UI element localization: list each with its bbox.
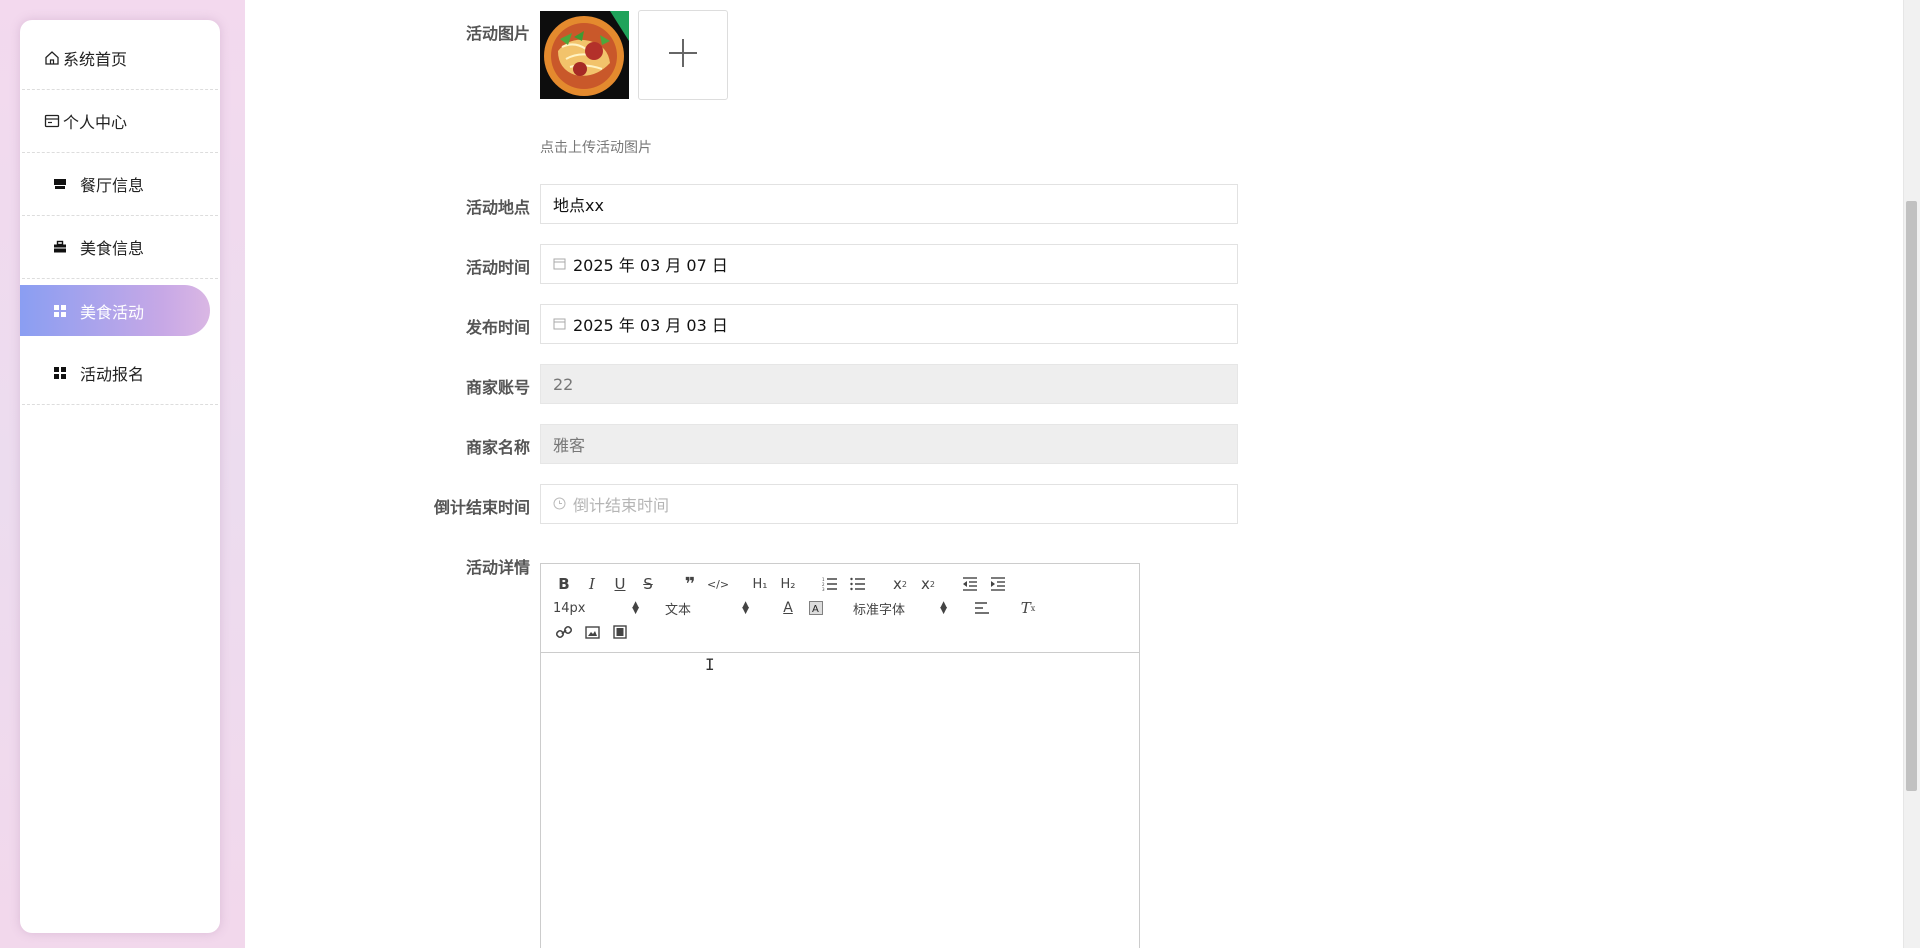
image-upload-button[interactable] [638, 10, 728, 100]
font-size-value: 14px [553, 600, 586, 616]
header1-button[interactable]: H₁ [749, 573, 771, 595]
location-value: 地点xx [553, 196, 604, 215]
sidebar-item-home[interactable]: 系统首页 [22, 27, 218, 90]
editor-content-area[interactable] [541, 653, 1139, 948]
merchant-account-input: 22 [540, 364, 1238, 404]
header-style-value: 文本 [665, 602, 692, 618]
font-family-select[interactable]: 标准字体 ▲ ▼ [853, 599, 947, 618]
activity-time-value: 2025 年 03 月 07 日 [573, 256, 728, 275]
image-label: 活动图片 [465, 24, 530, 43]
countdown-label: 倒计结束时间 [433, 498, 530, 517]
sidebar-item-food-activity[interactable]: 美食活动 [20, 279, 218, 342]
grid-icon [52, 302, 68, 320]
calendar-icon [553, 317, 567, 331]
grid-icon [52, 364, 68, 382]
strike-button[interactable]: S [637, 573, 659, 595]
header2-button[interactable]: H₂ [777, 573, 799, 595]
clear-format-button[interactable]: Tx [1017, 597, 1039, 619]
location-input[interactable]: 地点xx [540, 184, 1238, 224]
underline-button[interactable]: U [609, 573, 631, 595]
sidebar-item-label: 活动报名 [80, 365, 145, 384]
sidebar-item-label: 美食信息 [80, 239, 145, 258]
activity-image-thumbnail[interactable] [540, 11, 629, 99]
image-icon[interactable] [581, 621, 603, 643]
code-block-button[interactable]: </> [707, 573, 729, 595]
activity-time-picker[interactable]: 2025 年 03 月 07 日 [540, 244, 1238, 284]
publish-time-value: 2025 年 03 月 03 日 [573, 316, 728, 335]
sidebar-item-label: 餐厅信息 [80, 176, 145, 195]
svg-text:A: A [812, 604, 819, 615]
merchant-account-value: 22 [553, 374, 574, 394]
sidebar-item-label: 美食活动 [80, 302, 145, 322]
bold-button[interactable]: B [553, 573, 575, 595]
ordered-list-button[interactable]: 123 [819, 573, 841, 595]
publish-time-label: 发布时间 [465, 318, 530, 337]
svg-text:3: 3 [822, 587, 825, 591]
select-arrows-icon: ▲ ▼ [632, 600, 639, 616]
merchant-account-label: 商家账号 [465, 378, 530, 397]
activity-time-label: 活动时间 [465, 258, 530, 277]
editor-toolbar: B I U S ❞ </> H₁ H₂ 123 x2 x2 14px ▲ ▼ 文… [541, 564, 1139, 653]
calendar-icon [553, 257, 567, 271]
font-size-select[interactable]: 14px ▲ ▼ [553, 601, 639, 616]
header-style-select[interactable]: 文本 ▲ ▼ [665, 599, 749, 618]
upload-hint: 点击上传活动图片 [540, 140, 652, 156]
text-cursor-icon: I [705, 655, 715, 674]
countdown-placeholder: 倒计结束时间 [573, 496, 670, 515]
id-card-icon [43, 112, 61, 130]
page-scrollbar-thumb[interactable] [1906, 201, 1917, 791]
subscript-button[interactable]: x2 [889, 573, 911, 595]
clock-icon [553, 497, 567, 511]
italic-button[interactable]: I [581, 573, 603, 595]
merchant-name-value: 雅客 [553, 436, 586, 455]
indent-button[interactable] [987, 573, 1009, 595]
rich-text-editor: B I U S ❞ </> H₁ H₂ 123 x2 x2 14px ▲ ▼ 文… [540, 563, 1140, 948]
bullet-list-button[interactable] [847, 573, 869, 595]
sidebar-item-label: 个人中心 [63, 113, 128, 132]
select-arrows-icon: ▲ ▼ [742, 600, 749, 616]
superscript-button[interactable]: x2 [917, 573, 939, 595]
sidebar-item-personal-center[interactable]: 个人中心 [22, 90, 218, 153]
plus-icon [668, 38, 698, 72]
merchant-name-label: 商家名称 [465, 438, 530, 457]
align-button[interactable] [971, 597, 993, 619]
home-icon [43, 49, 61, 67]
sidebar-item-food-info[interactable]: 美食信息 [22, 216, 218, 279]
blockquote-button[interactable]: ❞ [679, 573, 701, 595]
countdown-time-picker[interactable]: 倒计结束时间 [540, 484, 1238, 524]
text-color-button[interactable]: A [777, 597, 799, 619]
sidebar-item-activity-signup[interactable]: 活动报名 [22, 342, 218, 405]
video-icon[interactable] [609, 621, 631, 643]
link-icon[interactable] [553, 621, 575, 643]
sidebar-item-restaurant-info[interactable]: 餐厅信息 [22, 153, 218, 216]
background-color-button[interactable]: A [805, 597, 827, 619]
publish-time-picker[interactable]: 2025 年 03 月 03 日 [540, 304, 1238, 344]
select-arrows-icon: ▲ ▼ [940, 600, 947, 616]
merchant-name-input: 雅客 [540, 424, 1238, 464]
store-icon [52, 175, 68, 193]
details-label: 活动详情 [465, 558, 530, 577]
location-label: 活动地点 [465, 198, 530, 217]
sidebar-menu: 系统首页 个人中心 餐厅信息 美食信息 美食活动 活动报名 [20, 20, 220, 933]
briefcase-icon [52, 238, 68, 256]
outdent-button[interactable] [959, 573, 981, 595]
sidebar-item-label: 系统首页 [63, 50, 128, 69]
font-family-value: 标准字体 [853, 602, 906, 618]
